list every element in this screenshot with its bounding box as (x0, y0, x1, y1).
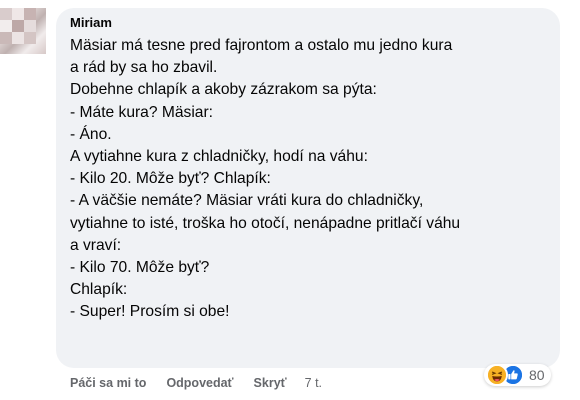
comment-line: Dobehne chlapík a akoby zázrakom sa pýta… (70, 81, 377, 99)
comment-line: a rád by sa ho zbavil. (70, 59, 218, 77)
hide-button[interactable]: Skryť (254, 376, 287, 390)
comment-line: - Máte kura? Mäsiar: (70, 103, 213, 121)
haha-icon (486, 364, 508, 386)
comment-line: Chlapík: (70, 281, 128, 299)
comment-line: - Kilo 20. Môže byť? Chlapík: (70, 170, 271, 188)
reactions-summary[interactable]: 80 (484, 364, 551, 386)
comment-line: vytiahne to isté, troška ho otočí, nenáp… (70, 214, 461, 232)
comment-line: - Super! Prosím si obe! (70, 303, 230, 321)
comment-line: - Áno. (70, 125, 112, 143)
comment-line: A vytiahne kura z chladničky, hodí na vá… (70, 148, 368, 166)
like-button[interactable]: Páči sa mi to (70, 376, 146, 390)
comment-body: Mäsiar má tesne pred fajrontom a ostalo … (70, 35, 546, 324)
reply-button[interactable]: Odpovedať (166, 376, 233, 390)
comment-line: - A väčšie nemáte? Mäsiar vráti kura do … (70, 192, 424, 210)
comment-actions: Páči sa mi to Odpovedať Skryť 7 t. (70, 376, 342, 390)
comment-line: - Kilo 70. Môže byť? (70, 259, 210, 277)
comment-line: a vraví: (70, 236, 122, 254)
avatar[interactable] (0, 8, 46, 54)
timestamp-link[interactable]: 7 t. (305, 376, 322, 390)
comment-line: Mäsiar má tesne pred fajrontom a ostalo … (70, 37, 453, 54)
comment-author[interactable]: Miriam (70, 15, 546, 31)
comment-bubble: Miriam Mäsiar má tesne pred fajrontom a … (56, 8, 560, 368)
reaction-count: 80 (529, 367, 545, 383)
